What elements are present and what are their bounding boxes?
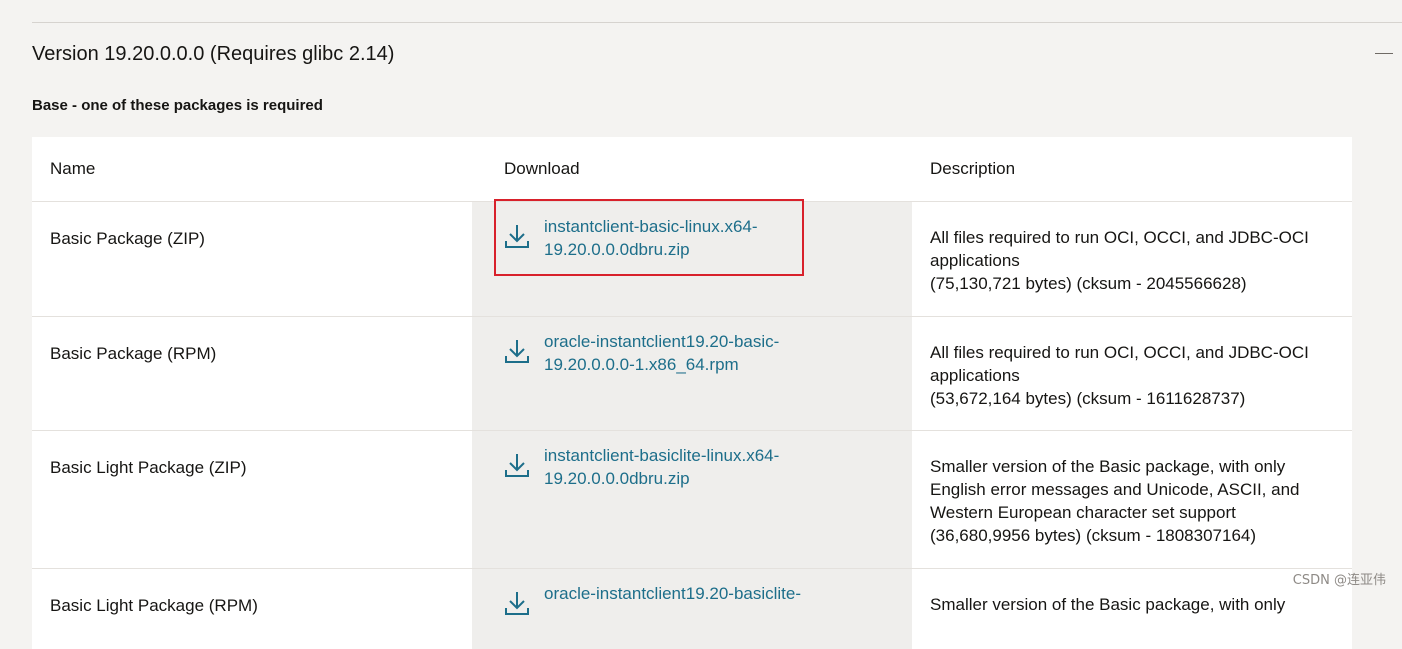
column-header-name: Name — [32, 137, 472, 201]
description-line: applications — [930, 366, 1020, 385]
package-description: All files required to run OCI, OCCI, and… — [912, 317, 1352, 430]
download-icon — [505, 225, 529, 248]
package-description: Smaller version of the Basic package, wi… — [912, 569, 1352, 649]
minus-icon[interactable] — [1375, 53, 1393, 54]
download-cell: instantclient-basiclite-linux.x64- 19.20… — [472, 431, 912, 568]
download-cell: oracle-instantclient19.20-basic- 19.20.0… — [472, 317, 912, 430]
download-filename-line2: 19.20.0.0.0dbru.zip — [544, 240, 690, 259]
download-filename-line1: instantclient-basiclite-linux.x64- — [544, 446, 780, 465]
package-name: Basic Light Package (ZIP) — [50, 458, 247, 477]
column-header-description: Description — [912, 137, 1352, 201]
description-line: All files required to run OCI, OCCI, and… — [930, 343, 1309, 362]
description-line: All files required to run OCI, OCCI, and… — [930, 228, 1309, 247]
download-cell: instantclient-basic-linux.x64- 19.20.0.0… — [472, 202, 912, 316]
package-name: Basic Package (ZIP) — [50, 229, 205, 248]
table-header-row: Name Download Description — [32, 137, 1352, 202]
package-description: All files required to run OCI, OCCI, and… — [912, 202, 1352, 316]
description-line: (75,130,721 bytes) (cksum - 2045566628) — [930, 274, 1247, 293]
description-line: Smaller version of the Basic package, wi… — [930, 595, 1286, 614]
top-divider — [32, 22, 1402, 23]
table-row: Basic Light Package (RPM) oracle-instant… — [32, 569, 1352, 649]
download-filename-line1: oracle-instantclient19.20-basic- — [544, 332, 780, 351]
description-line: (53,672,164 bytes) (cksum - 1611628737) — [930, 389, 1246, 408]
download-link[interactable]: oracle-instantclient19.20-basiclite- — [504, 582, 892, 618]
section-heading: Base - one of these packages is required — [32, 97, 323, 114]
version-title: Version 19.20.0.0.0 (Requires glibc 2.14… — [32, 43, 395, 65]
download-icon — [505, 592, 529, 615]
download-icon — [505, 454, 529, 477]
description-line: Western European character set support — [930, 503, 1236, 522]
description-line: English error messages and Unicode, ASCI… — [930, 480, 1300, 499]
download-filename-line2: 19.20.0.0.0-1.x86_64.rpm — [544, 355, 739, 374]
download-filename-line1: oracle-instantclient19.20-basiclite- — [544, 584, 802, 603]
download-cell: oracle-instantclient19.20-basiclite- — [472, 569, 912, 649]
downloads-table: Name Download Description Basic Package … — [32, 137, 1352, 649]
column-header-download: Download — [472, 137, 912, 201]
watermark: CSDN @连亚伟 — [1292, 573, 1386, 588]
download-link[interactable]: oracle-instantclient19.20-basic- 19.20.0… — [504, 330, 892, 376]
description-line: Smaller version of the Basic package, wi… — [930, 457, 1286, 476]
table-row: Basic Light Package (ZIP) instantclient-… — [32, 431, 1352, 569]
package-name: Basic Light Package (RPM) — [50, 596, 258, 615]
download-filename-line1: instantclient-basic-linux.x64- — [544, 217, 758, 236]
description-line: (36,680,9956 bytes) (cksum - 1808307164) — [930, 526, 1257, 545]
download-icon — [505, 340, 529, 363]
description-line: applications — [930, 251, 1020, 270]
download-filename-line2: 19.20.0.0.0dbru.zip — [544, 469, 690, 488]
table-row: Basic Package (RPM) oracle-instantclient… — [32, 317, 1352, 431]
package-name: Basic Package (RPM) — [50, 344, 217, 363]
table-row: Basic Package (ZIP) instantclient-basic-… — [32, 202, 1352, 317]
download-link[interactable]: instantclient-basiclite-linux.x64- 19.20… — [504, 444, 892, 490]
package-description: Smaller version of the Basic package, wi… — [912, 431, 1352, 568]
download-link[interactable]: instantclient-basic-linux.x64- 19.20.0.0… — [504, 215, 892, 261]
